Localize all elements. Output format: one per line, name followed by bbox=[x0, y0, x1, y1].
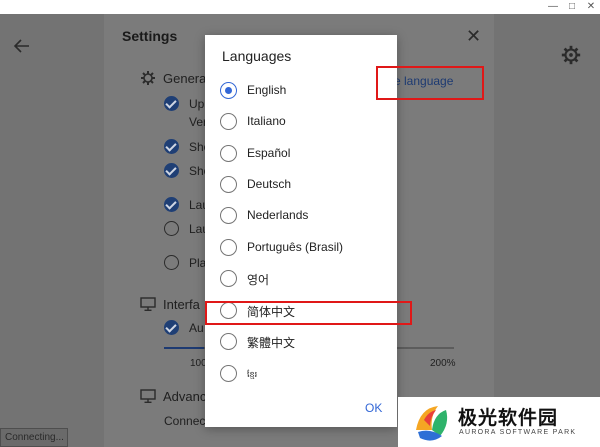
language-label: Nederlands bbox=[247, 208, 309, 222]
checkbox-show-1[interactable] bbox=[164, 139, 179, 154]
language-label: Deutsch bbox=[247, 177, 292, 191]
checkbox-auto[interactable] bbox=[164, 320, 179, 335]
radio-button[interactable] bbox=[220, 333, 237, 350]
section-general-label: Genera bbox=[163, 71, 207, 86]
language-option-nederlands[interactable]: Nederlands bbox=[220, 205, 390, 229]
language-label: 영어 bbox=[247, 273, 270, 287]
status-bar: Connecting... bbox=[0, 428, 68, 447]
ok-button[interactable]: OK bbox=[365, 401, 382, 415]
annotation-box-change-language bbox=[376, 66, 484, 100]
maximize-button[interactable]: □ bbox=[563, 0, 581, 14]
watermark-subtitle: AURORA SOFTWARE PARK bbox=[459, 429, 577, 436]
language-option-english[interactable]: English bbox=[220, 80, 390, 104]
slider-fill bbox=[164, 347, 204, 349]
radio-button[interactable] bbox=[220, 365, 237, 382]
settings-close-button[interactable]: ✕ bbox=[466, 26, 481, 47]
language-option-portugues-brasil[interactable]: Português (Brasil) bbox=[220, 237, 390, 261]
radio-button[interactable] bbox=[220, 82, 237, 99]
dialog-title: Languages bbox=[222, 48, 292, 64]
checkbox-show-2[interactable] bbox=[164, 163, 179, 178]
aurora-logo-icon bbox=[416, 406, 448, 441]
setting-row-label: Up bbox=[189, 97, 205, 111]
checkbox-launch-1[interactable] bbox=[164, 197, 179, 212]
window-titlebar: — □ ✕ bbox=[0, 0, 600, 14]
radio-button[interactable] bbox=[220, 207, 237, 224]
language-option-italiano[interactable]: Italiano bbox=[220, 111, 390, 135]
radio-button[interactable] bbox=[220, 176, 237, 193]
language-label: English bbox=[247, 83, 287, 97]
language-label: Italiano bbox=[247, 114, 286, 128]
watermark: 极光软件园 AURORA SOFTWARE PARK bbox=[398, 397, 600, 447]
monitor-icon bbox=[140, 297, 156, 312]
language-label: Español bbox=[247, 146, 291, 160]
radio-button[interactable] bbox=[220, 239, 237, 256]
annotation-box-simplified-chinese bbox=[205, 301, 412, 325]
language-option-traditional-chinese[interactable]: 繁體中文 bbox=[220, 331, 390, 355]
monitor-icon bbox=[140, 389, 156, 404]
gear-icon bbox=[141, 71, 155, 85]
language-option-espanol[interactable]: Español bbox=[220, 143, 390, 167]
language-label: 繁體中文 bbox=[247, 336, 296, 350]
minimize-button[interactable]: — bbox=[544, 0, 562, 14]
language-option-deutsch[interactable]: Deutsch bbox=[220, 174, 390, 198]
close-window-button[interactable]: ✕ bbox=[582, 0, 600, 14]
checkbox-launch-2[interactable] bbox=[164, 221, 179, 236]
back-arrow-icon[interactable] bbox=[12, 36, 32, 56]
section-interface-label: Interfa bbox=[163, 297, 200, 312]
checkbox-play[interactable] bbox=[164, 255, 179, 270]
radio-button[interactable] bbox=[220, 145, 237, 162]
radio-button[interactable] bbox=[220, 270, 237, 287]
watermark-name: 极光软件园 bbox=[458, 408, 559, 429]
checkbox-update[interactable] bbox=[164, 96, 179, 111]
setting-row-label: Connect bbox=[164, 414, 209, 428]
language-label: ខ្មែរ bbox=[247, 370, 258, 379]
setting-row-label: Au bbox=[189, 321, 204, 335]
languages-dialog: Languages English Italiano Español Deuts… bbox=[205, 35, 397, 427]
settings-title: Settings bbox=[122, 28, 178, 44]
section-advanced-label: Advanc bbox=[163, 389, 207, 404]
setting-row-label: Pla bbox=[189, 256, 207, 270]
gear-icon[interactable] bbox=[560, 44, 582, 66]
language-option-khmer[interactable]: ខ្មែរ bbox=[220, 363, 390, 387]
language-option-korean[interactable]: 영어 bbox=[220, 268, 390, 292]
slider-max-label: 200% bbox=[430, 358, 456, 369]
radio-button[interactable] bbox=[220, 113, 237, 130]
language-label: Português (Brasil) bbox=[247, 240, 344, 254]
